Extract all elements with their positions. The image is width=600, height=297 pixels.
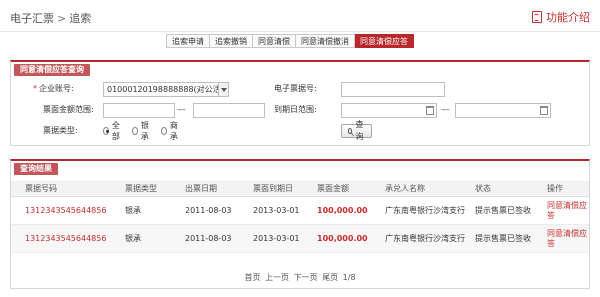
due-date: 2013-03-01 bbox=[253, 233, 300, 243]
query-panel: 同意清偿应答查询 *企业账号: 01000120198888888(对公活期)/… bbox=[10, 60, 590, 146]
bill-number[interactable]: 1312343545644856 bbox=[11, 225, 119, 252]
status: 提示售票已签收 bbox=[475, 205, 531, 215]
radio-dot bbox=[103, 127, 109, 135]
search-icon bbox=[348, 128, 353, 134]
due-from-input[interactable] bbox=[341, 103, 437, 118]
bill-number[interactable]: 1312343545644856 bbox=[11, 197, 119, 224]
breadcrumb-root[interactable]: 电子汇票 bbox=[10, 12, 54, 25]
result-panel-title: 查询结果 bbox=[14, 163, 58, 175]
result-table: 票据号码 票据类型 出票日期 票面到期日 票面金额 承兑人名称 状态 操作 13… bbox=[11, 181, 589, 253]
column-header: 票面金额 bbox=[317, 183, 349, 193]
due-date: 2013-03-01 bbox=[253, 205, 300, 215]
ebill-no-label: 电子票据号: bbox=[274, 84, 317, 93]
column-header: 出票日期 bbox=[185, 183, 217, 193]
status: 提示售票已签收 bbox=[475, 233, 531, 243]
breadcrumb: 电子汇票 > 追索 bbox=[10, 10, 91, 26]
column-header: 票面到期日 bbox=[253, 183, 293, 193]
breadcrumb-separator: > bbox=[57, 12, 67, 25]
amount-range-label: 票面金额范围: bbox=[43, 105, 94, 114]
pager-next[interactable]: 下一页 bbox=[294, 273, 318, 282]
top-bar: 电子汇票 > 追索 功能介绍 bbox=[0, 0, 600, 32]
due-range-dash: — bbox=[441, 105, 450, 115]
table-row: 1312343545644856 银承 2011-08-03 2013-03-0… bbox=[11, 225, 589, 253]
pager-page-indicator: 1/8 bbox=[342, 273, 356, 282]
column-header: 状态 bbox=[475, 183, 491, 193]
bill-type: 银承 bbox=[125, 233, 141, 243]
radio-dot bbox=[161, 127, 167, 135]
acceptor-name: 广东南粤银行沙湾支行 bbox=[385, 233, 465, 243]
calendar-icon[interactable] bbox=[426, 106, 434, 115]
tab-recourse-cancel[interactable]: 追索撤销 bbox=[210, 34, 253, 48]
radio-all[interactable]: 全部 bbox=[103, 120, 122, 142]
function-intro-link[interactable]: 功能介绍 bbox=[532, 9, 590, 25]
tab-agree-settle-cancel[interactable]: 同意清偿撤消 bbox=[296, 34, 355, 48]
ebill-no-input[interactable] bbox=[341, 82, 445, 97]
result-panel: 查询结果 票据号码 票据类型 出票日期 票面到期日 票面金额 承兑人名称 状态 … bbox=[10, 159, 590, 289]
pager-last[interactable]: 尾页 bbox=[322, 273, 338, 282]
column-header: 票据号码 bbox=[25, 183, 57, 193]
tab-agree-settle[interactable]: 同意清偿 bbox=[253, 34, 296, 48]
chevron-down-icon[interactable] bbox=[218, 83, 228, 96]
account-label: * 企业账号: bbox=[33, 84, 74, 93]
pager-prev[interactable]: 上一页 bbox=[265, 273, 289, 282]
table-header: 票据号码 票据类型 出票日期 票面到期日 票面金额 承兑人名称 状态 操作 bbox=[11, 181, 589, 197]
function-intro-label: 功能介绍 bbox=[546, 11, 590, 24]
action-link[interactable]: 同意清偿应答 bbox=[541, 225, 589, 252]
column-header: 操作 bbox=[547, 183, 563, 193]
table-row: 1312343545644856 银承 2011-08-03 2013-03-0… bbox=[11, 197, 589, 225]
amount-range-dash: — bbox=[177, 105, 186, 115]
account-select-value: 01000120198888888(对公活期)/xxx公 bbox=[107, 85, 228, 94]
due-to-input[interactable] bbox=[455, 103, 551, 118]
amount: 100,000.00 bbox=[317, 205, 368, 215]
account-select[interactable]: 01000120198888888(对公活期)/xxx公 bbox=[103, 82, 229, 97]
acceptor-name: 广东南粤银行沙湾支行 bbox=[385, 205, 465, 215]
required-mark: * bbox=[33, 84, 37, 93]
query-button[interactable]: 查询 bbox=[341, 120, 372, 141]
column-header: 承兑人名称 bbox=[385, 183, 425, 193]
query-panel-title: 同意清偿应答查询 bbox=[14, 64, 90, 76]
radio-dot bbox=[132, 127, 138, 135]
amount: 100,000.00 bbox=[317, 233, 368, 243]
bill-type: 银承 bbox=[125, 205, 141, 215]
amount-to-input[interactable] bbox=[193, 103, 265, 118]
radio-bank-accept[interactable]: 银承 bbox=[132, 120, 151, 142]
tab-recourse-apply[interactable]: 追索申请 bbox=[166, 34, 210, 48]
radio-commercial-accept[interactable]: 商承 bbox=[161, 120, 180, 142]
calendar-icon[interactable] bbox=[540, 106, 548, 115]
tab-bar: 追索申请 追索撤销 同意清偿 同意清偿撤消 同意清偿应答 bbox=[166, 34, 414, 48]
breadcrumb-current: 追索 bbox=[69, 12, 92, 25]
type-radio-group: 全部 银承 商承 bbox=[103, 120, 180, 142]
type-label: 票据类型: bbox=[43, 126, 78, 135]
issue-date: 2011-08-03 bbox=[185, 205, 232, 215]
issue-date: 2011-08-03 bbox=[185, 233, 232, 243]
book-icon bbox=[532, 11, 542, 23]
amount-from-input[interactable] bbox=[103, 103, 175, 118]
column-header: 票据类型 bbox=[125, 183, 157, 193]
pagination: 首页 上一页 下一页 尾页 1/8 bbox=[11, 272, 589, 283]
action-link[interactable]: 同意清偿应答 bbox=[541, 197, 589, 224]
due-range-label: 到期日范围: bbox=[274, 105, 317, 114]
tab-agree-settle-reply[interactable]: 同意清偿应答 bbox=[355, 34, 414, 48]
pager-first[interactable]: 首页 bbox=[244, 273, 260, 282]
